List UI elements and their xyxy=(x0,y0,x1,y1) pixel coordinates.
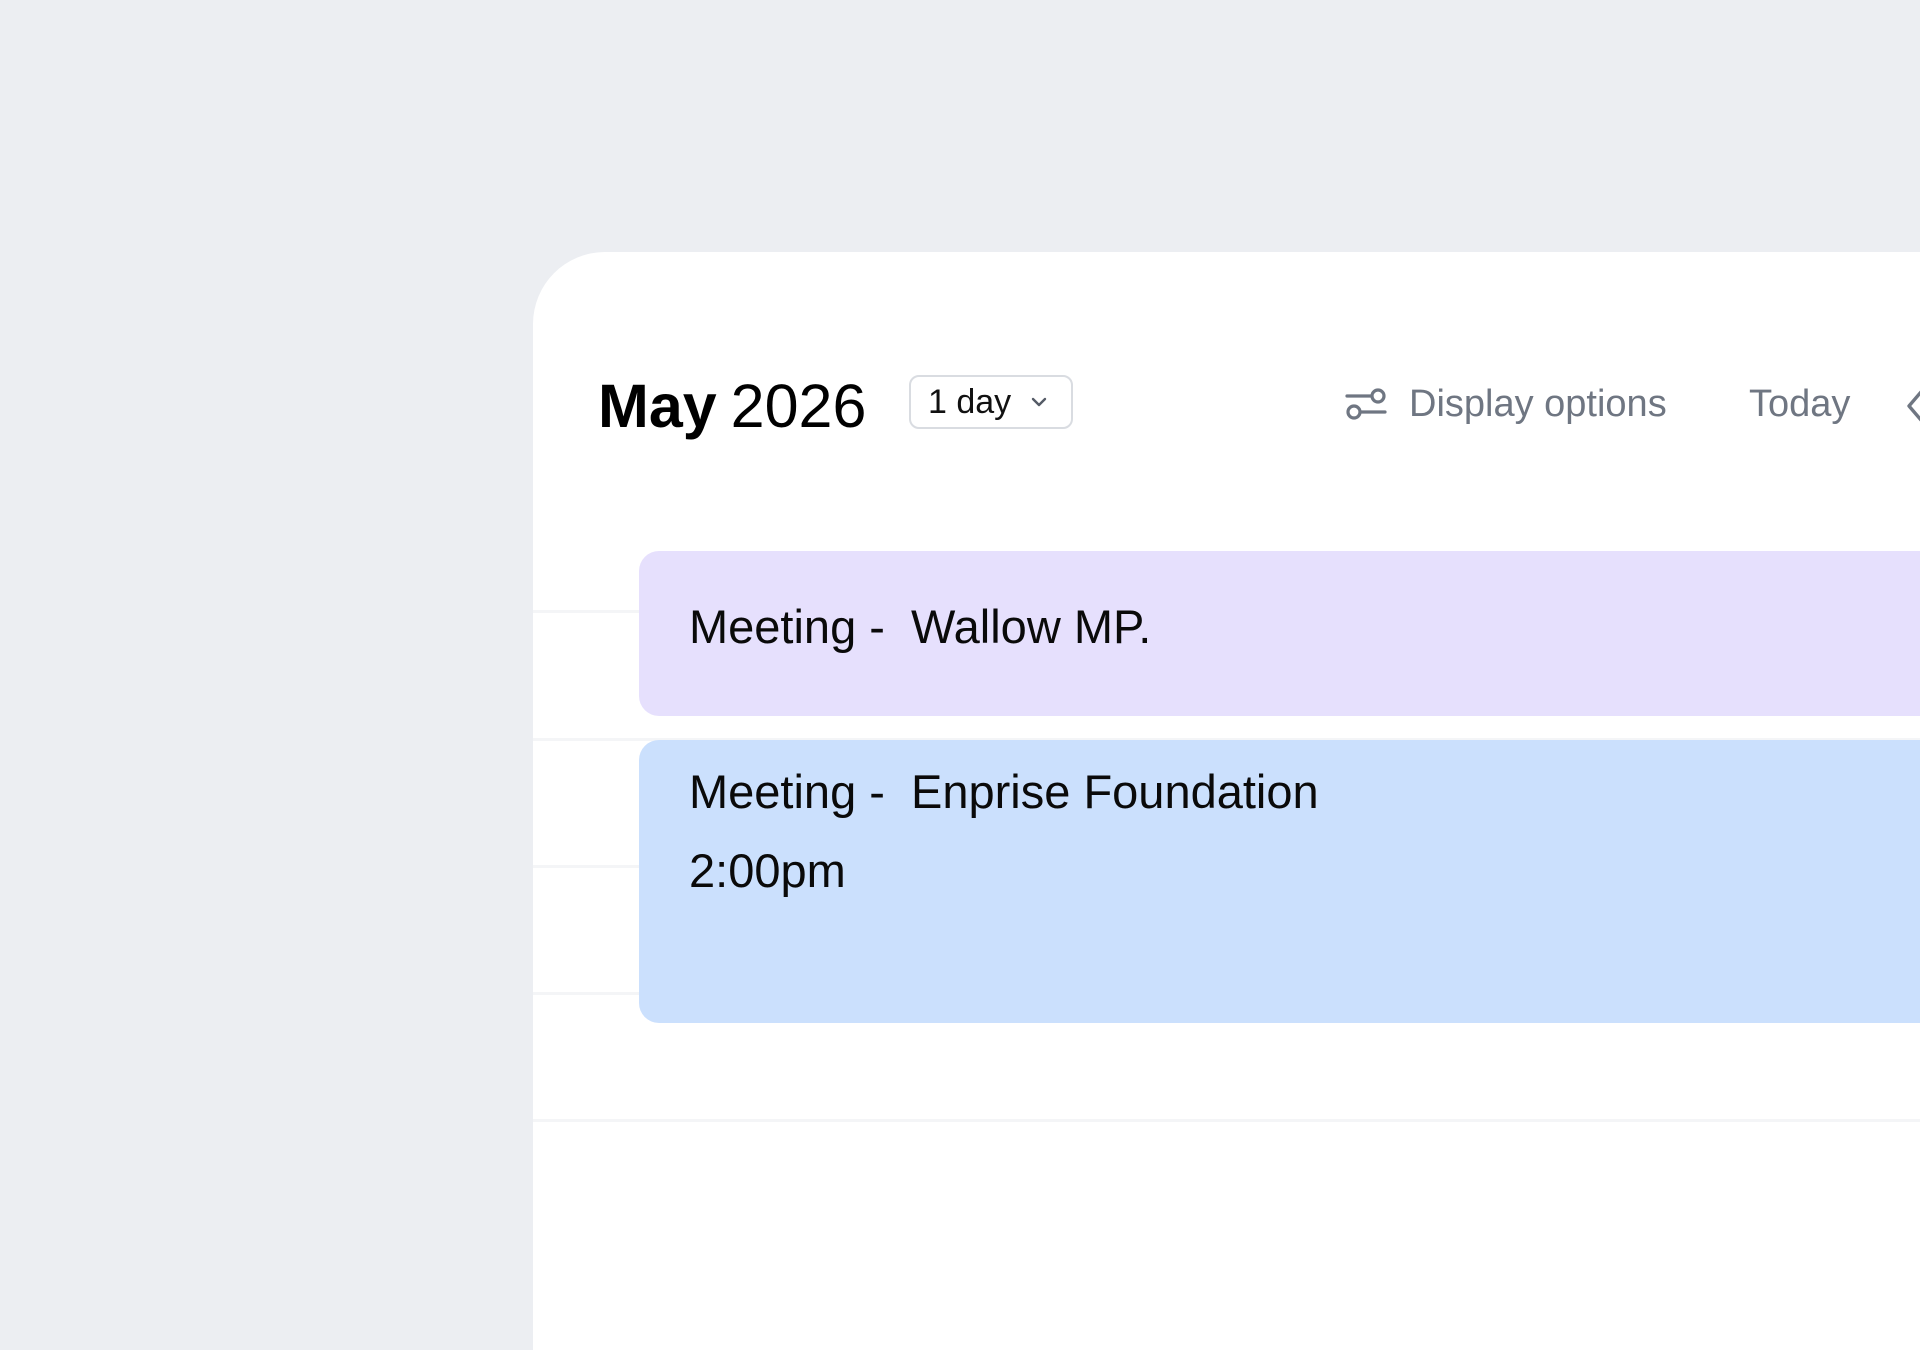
view-range-select[interactable]: 1 day xyxy=(909,375,1073,429)
event-title: Meeting - Wallow MP. xyxy=(689,600,1152,653)
year-label: 2026 xyxy=(730,372,867,440)
hour-gridline xyxy=(533,1119,1920,1122)
page-title: May 2026 xyxy=(598,368,866,444)
chevron-left-icon xyxy=(1901,390,1920,430)
today-label: Today xyxy=(1749,382,1851,425)
event-card[interactable]: Meeting - Wallow MP. xyxy=(639,551,1920,716)
event-card[interactable]: Meeting - Enprise Foundation 2:00pm xyxy=(639,740,1920,1023)
sliders-icon xyxy=(1345,387,1387,421)
calendar-panel: May 2026 1 day Display options Today Mee… xyxy=(533,252,1920,1350)
month-label: May xyxy=(598,372,717,440)
display-options-label: Display options xyxy=(1409,382,1667,425)
event-time: 2:00pm xyxy=(689,844,846,897)
display-options-button[interactable]: Display options xyxy=(1345,376,1667,432)
today-button[interactable]: Today xyxy=(1749,376,1850,432)
view-range-label: 1 day xyxy=(928,382,1012,421)
chevron-down-icon xyxy=(1029,392,1049,412)
event-title: Meeting - Enprise Foundation xyxy=(689,765,1319,818)
prev-day-button[interactable] xyxy=(1901,386,1920,426)
